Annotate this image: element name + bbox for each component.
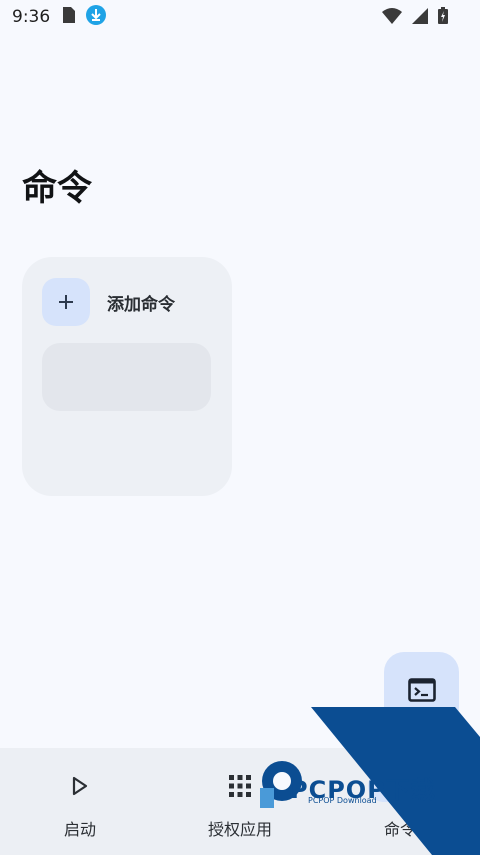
- nav-label-commands: 命令: [383, 820, 416, 839]
- bottom-navigation: 启动 授权应用 命令: [0, 748, 480, 855]
- add-command-label: 添加命令: [107, 294, 175, 315]
- nav-pill-authorized-apps: [208, 770, 272, 802]
- status-time: 9:36: [12, 7, 51, 27]
- nav-item-launch[interactable]: 启动: [0, 748, 160, 855]
- nav-label-launch: 启动: [63, 820, 96, 839]
- terminal-icon: [388, 776, 412, 796]
- apps-grid-icon: [229, 775, 251, 797]
- terminal-icon: [407, 677, 436, 702]
- battery-icon: [438, 7, 448, 28]
- nav-item-commands[interactable]: 命令: [320, 748, 480, 855]
- nav-pill-commands: [368, 770, 432, 802]
- signal-icon: [412, 7, 428, 28]
- nav-item-authorized-apps[interactable]: 授权应用: [160, 748, 320, 855]
- sim-card-icon: [62, 7, 76, 27]
- page-title: 命令: [22, 169, 93, 209]
- status-bar: 9:36: [0, 0, 480, 34]
- wifi-icon: [382, 7, 402, 28]
- play-icon: [72, 776, 88, 796]
- command-list-placeholder: [42, 343, 211, 411]
- command-card: 添加命令: [22, 257, 232, 496]
- terminal-fab-button[interactable]: [384, 652, 459, 727]
- add-command-row[interactable]: 添加命令: [42, 278, 175, 326]
- download-notification-icon: [86, 5, 107, 29]
- nav-pill-launch: [48, 770, 112, 802]
- plus-icon: [59, 295, 73, 309]
- add-command-button[interactable]: [42, 278, 90, 326]
- nav-label-authorized-apps: 授权应用: [207, 820, 272, 839]
